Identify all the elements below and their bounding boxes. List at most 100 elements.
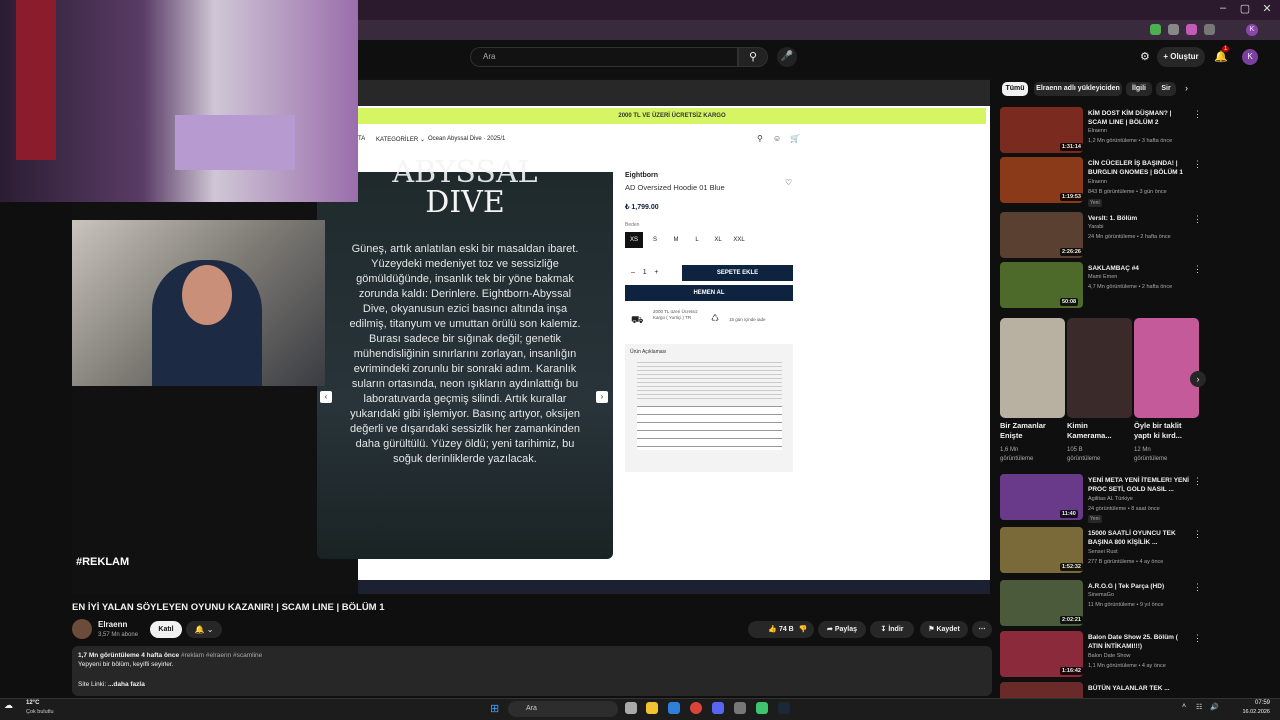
maximize-button[interactable]: ▢	[1234, 2, 1256, 15]
app-icon[interactable]	[668, 702, 680, 714]
short-title[interactable]: Kimin Kamerama...	[1067, 421, 1127, 441]
add-to-cart-button: SEPETE EKLE	[682, 265, 793, 281]
more-vert-icon[interactable]: ⋮	[1193, 633, 1202, 644]
rec-title[interactable]: Balon Date Show 25. Bölüm ( ATIN İNTİKAM…	[1088, 633, 1190, 651]
recommended-video[interactable]: 1:19:53 CİN CÜCELER İŞ BAŞINDA! | BURGLI…	[1000, 157, 1202, 207]
rec-channel[interactable]: Elraenn	[1088, 128, 1107, 134]
chevron-right-icon[interactable]: ›	[1190, 371, 1206, 387]
cart-icon: 🛒	[790, 134, 800, 143]
file-explorer-icon[interactable]	[646, 702, 658, 714]
subscription-bell-button[interactable]: 🔔 ⌄	[186, 621, 222, 638]
rec-channel[interactable]: Mami Emen	[1088, 274, 1117, 280]
save-button[interactable]: ⚑ Kaydet	[920, 621, 968, 638]
close-window-button[interactable]: ✕	[1256, 2, 1278, 15]
search-input[interactable]: Ara	[470, 47, 738, 67]
recommended-video[interactable]: 50:08 SAKLAMBAÇ #4 Mami Emen 4,7 Mn görü…	[1000, 262, 1202, 308]
more-vert-icon[interactable]: ⋮	[1193, 214, 1202, 225]
rec-title[interactable]: BÜTÜN YALANLAR TEK ...	[1088, 684, 1190, 693]
chip-more[interactable]: Sir	[1156, 82, 1176, 96]
short-thumbnail[interactable]	[1067, 318, 1132, 418]
show-more-link[interactable]: ...daha fazla	[108, 681, 145, 688]
taskbar-search[interactable]: Ara	[508, 701, 618, 717]
short-thumbnail[interactable]	[1134, 318, 1199, 418]
rec-channel[interactable]: Yarabi	[1088, 224, 1104, 230]
discord-icon[interactable]	[712, 702, 724, 714]
account-avatar[interactable]: K	[1242, 49, 1258, 65]
download-button[interactable]: ↧ İndir	[870, 621, 914, 638]
share-button[interactable]: ➦ Paylaş	[818, 621, 866, 638]
user-icon: ☺	[773, 134, 782, 143]
desc-header: Ürün Açıklaması	[630, 349, 667, 355]
hashtags[interactable]: #reklam #elraenn #scamline	[181, 652, 262, 659]
rec-title[interactable]: CİN CÜCELER İŞ BAŞINDA! | BURGLIN GNOMES…	[1088, 159, 1190, 177]
rec-title[interactable]: SAKLAMBAÇ #4	[1088, 264, 1190, 273]
channel-avatar[interactable]	[72, 619, 92, 639]
short-title[interactable]: Öyle bir taklit yaptı ki kırd...	[1134, 421, 1194, 441]
short-title[interactable]: Bir Zamanlar Enişte	[1000, 421, 1060, 441]
more-actions-button[interactable]: ⋯	[972, 621, 992, 638]
rec-title[interactable]: YENİ META YENİ İTEMLER! YENİ PROC SETİ, …	[1088, 476, 1190, 494]
create-button[interactable]: + Oluştur	[1157, 47, 1205, 67]
chrome-icon[interactable]	[690, 702, 702, 714]
recommended-video[interactable]: 2:02:21 A.R.O.G | Tek Parça (HD) SinemaG…	[1000, 580, 1202, 626]
rec-channel[interactable]: Balon Date Show	[1088, 653, 1131, 659]
steam-icon[interactable]	[778, 702, 790, 714]
rec-title[interactable]: KİM DOST KİM DÜŞMAN? | SCAM LINE | BÖLÜM…	[1088, 109, 1190, 127]
rec-channel[interactable]: SinemaGo	[1088, 592, 1114, 598]
art-title: DIVE	[425, 185, 505, 220]
gear-icon[interactable]: ⚙	[1140, 50, 1150, 63]
app-icon[interactable]	[756, 702, 768, 714]
rec-title[interactable]: A.R.O.G | Tek Parça (HD)	[1088, 582, 1190, 591]
more-vert-icon[interactable]: ⋮	[1193, 476, 1202, 487]
recommended-video[interactable]: 1:52:32 15000 SAATLİ OYUNCU TEK BAŞINA 8…	[1000, 527, 1202, 573]
weather-temp[interactable]: 12°C	[26, 700, 39, 706]
task-view-icon[interactable]	[625, 702, 637, 714]
profile-avatar[interactable]: K	[1246, 24, 1258, 36]
weather-icon[interactable]: ☁	[4, 700, 13, 711]
settings-icon[interactable]	[734, 702, 746, 714]
chip-uploader[interactable]: Elraenn adlı yükleyiciden	[1034, 82, 1122, 96]
more-vert-icon[interactable]: ⋮	[1193, 582, 1202, 593]
minimize-button[interactable]: –	[1212, 2, 1234, 14]
video-thumbnail[interactable]	[1000, 682, 1083, 698]
chevron-down-icon: ⌄	[206, 625, 214, 634]
rec-channel[interactable]: Agilitas AL Türkiye	[1088, 496, 1133, 502]
network-icon[interactable]: ☷	[1196, 703, 1202, 711]
more-vert-icon[interactable]: ⋮	[1193, 529, 1202, 540]
more-vert-icon[interactable]: ⋮	[1193, 264, 1202, 275]
description-box[interactable]: 1,7 Mn görüntüleme 4 hafta önce #reklam …	[72, 646, 992, 696]
extension-icon[interactable]	[1150, 24, 1161, 35]
extension-icon[interactable]	[1186, 24, 1197, 35]
chevron-right-icon[interactable]: ›	[1185, 83, 1188, 93]
search-button[interactable]: ⚲	[738, 47, 768, 67]
qty-value: 1	[642, 269, 647, 276]
more-vert-icon[interactable]: ⋮	[1193, 159, 1202, 170]
extension-icon[interactable]	[1168, 24, 1179, 35]
recommended-video[interactable]: 2:26:26 Verslt: 1. Bölüm Yarabi 24 Mn gö…	[1000, 212, 1202, 258]
short-thumbnail[interactable]	[1000, 318, 1065, 418]
rec-title[interactable]: Verslt: 1. Bölüm	[1088, 214, 1190, 223]
chip-related[interactable]: İlgili	[1126, 82, 1152, 96]
recommended-video[interactable]: 11:40 YENİ META YENİ İTEMLER! YENİ PROC …	[1000, 474, 1202, 523]
channel-name[interactable]: Elraenn	[98, 620, 127, 629]
clock-date[interactable]: 16.02.2026	[1230, 709, 1270, 715]
chip-all[interactable]: Tümü	[1002, 82, 1028, 96]
puzzle-icon[interactable]	[1204, 24, 1215, 35]
windows-start-icon[interactable]: ⊞	[490, 702, 499, 715]
rec-meta: 1,1 Mn görüntüleme • 4 ay önce	[1088, 663, 1166, 669]
recommended-video[interactable]: 1:16:42 Balon Date Show 25. Bölüm ( ATIN…	[1000, 631, 1202, 677]
dislike-button[interactable]: 👎	[792, 621, 814, 638]
voice-search-button[interactable]: 🎤	[777, 47, 797, 67]
video-duration: 2:26:26	[1060, 248, 1083, 256]
tray-chevron-icon[interactable]: ˄	[1182, 703, 1186, 710]
clock-time[interactable]: 07:59	[1240, 700, 1270, 706]
join-button[interactable]: Katıl	[150, 621, 182, 638]
volume-icon[interactable]: 🔊	[1210, 703, 1219, 711]
more-vert-icon[interactable]: ⋮	[1193, 109, 1202, 120]
recommended-video[interactable]: BÜTÜN YALANLAR TEK ...	[1000, 682, 1200, 698]
recommended-video[interactable]: 1:31:14 KİM DOST KİM DÜŞMAN? | SCAM LINE…	[1000, 107, 1202, 153]
rec-channel[interactable]: Sensei Rust	[1088, 549, 1118, 555]
rec-meta: 11 Mn görüntüleme • 9 yıl önce	[1088, 602, 1164, 608]
rec-title[interactable]: 15000 SAATLİ OYUNCU TEK BAŞINA 800 KİŞİL…	[1088, 529, 1190, 547]
rec-channel[interactable]: Elraenn	[1088, 179, 1107, 185]
